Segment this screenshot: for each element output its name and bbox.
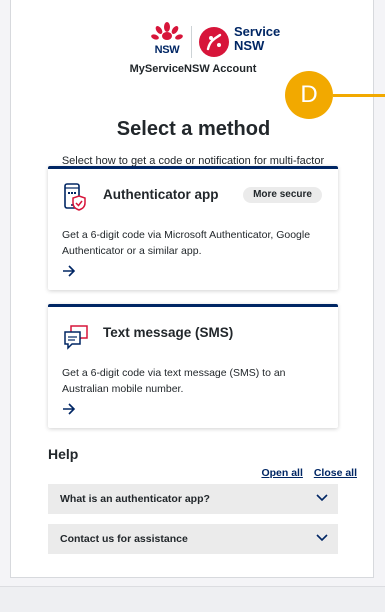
brand-line-2: NSW [234,38,265,53]
logo-divider [191,26,192,58]
arrow-right-icon[interactable] [62,403,76,415]
chevron-down-icon [316,534,328,542]
close-all-link[interactable]: Close all [314,467,357,479]
bottom-strip [0,586,385,612]
accordion-item-contact[interactable]: Contact us for assistance [48,524,338,554]
method-title: Authenticator app [103,187,219,202]
avatar-connector-line [333,94,385,97]
accordion-item-authenticator-info[interactable]: What is an authenticator app? [48,484,338,514]
page-title: Select a method [116,118,271,140]
help-toggle-links: Open all Close all [253,467,357,479]
nsw-waratah-logo [151,22,183,40]
user-avatar[interactable]: D [285,71,333,119]
help-heading: Help [48,446,79,462]
chat-bubbles-icon [64,325,88,350]
arrow-right-icon[interactable] [62,265,76,277]
open-all-link[interactable]: Open all [261,467,302,479]
phone-shield-icon [64,183,86,211]
method-description: Get a 6-digit code via Microsoft Authent… [62,229,311,257]
service-nsw-logo-icon [199,27,229,57]
method-card-authenticator[interactable]: Authenticator app More secure Get a 6-di… [48,166,338,290]
accordion-label: Contact us for assistance [60,533,188,545]
method-card-sms[interactable]: Text message (SMS) Get a 6-digit code vi… [48,304,338,428]
service-nsw-wordmark: Service NSW [234,25,280,53]
method-description: Get a 6-digit code via text message (SMS… [62,367,286,395]
brand-line-1: Service [234,24,281,39]
nsw-logo-text: NSW [154,44,180,56]
method-title: Text message (SMS) [103,325,234,340]
chevron-down-icon [316,494,328,502]
accordion-label: What is an authenticator app? [60,493,210,505]
more-secure-badge: More secure [243,187,322,203]
